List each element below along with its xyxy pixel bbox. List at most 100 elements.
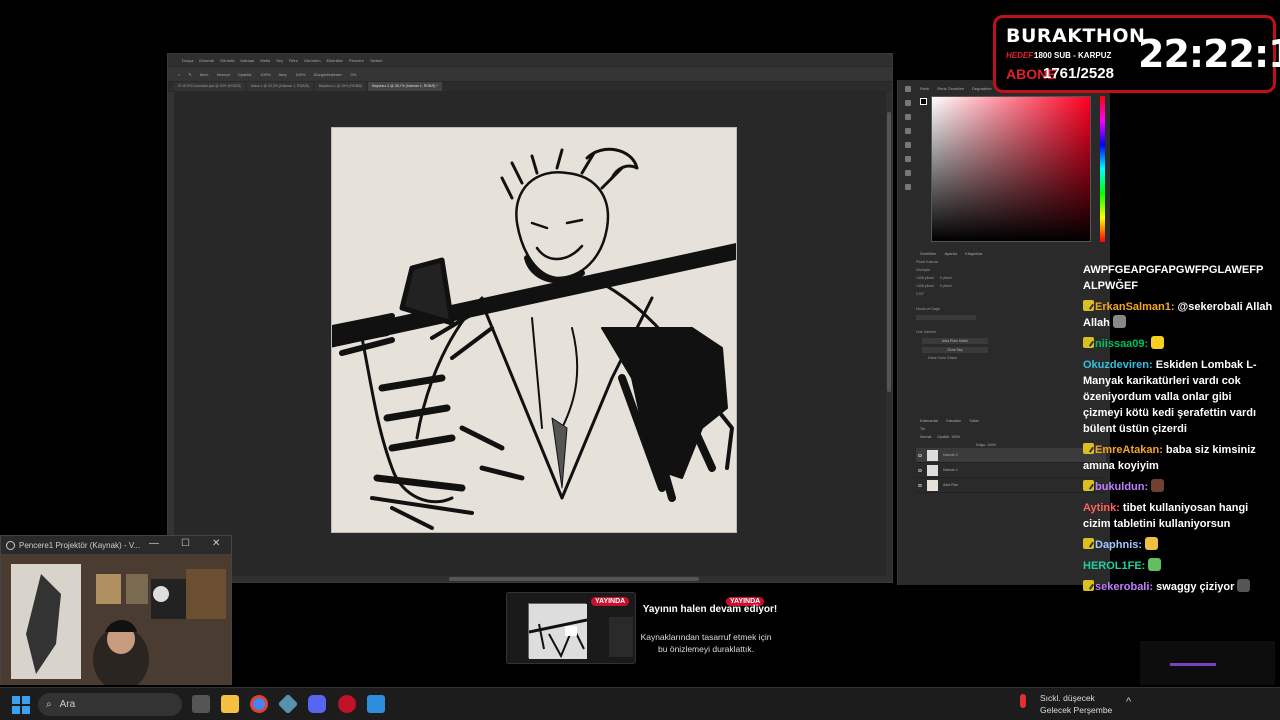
weather-widget[interactable]: Sıckl. düşecek Gelecek Perşembe bbox=[1020, 692, 1112, 716]
eye-icon[interactable] bbox=[918, 468, 922, 472]
windows-start-icon[interactable] bbox=[12, 696, 30, 714]
menu-item[interactable]: Yardım bbox=[370, 58, 383, 63]
menu-item[interactable]: Metin bbox=[260, 58, 270, 63]
chat-username[interactable]: niissaa09: bbox=[1095, 338, 1148, 350]
smoothing-field[interactable]: 0% bbox=[351, 72, 357, 77]
tab-libraries[interactable]: Kitaplıklar bbox=[965, 251, 983, 256]
blend-mode-select[interactable]: Normal bbox=[920, 435, 931, 440]
horizontal-scrollbar[interactable] bbox=[174, 576, 886, 582]
menu-item[interactable]: Görünüm bbox=[304, 58, 321, 63]
tools-panel[interactable] bbox=[168, 92, 174, 582]
layer-kind-filter[interactable]: Tür bbox=[920, 427, 925, 432]
chat-username[interactable]: Aytink: bbox=[1083, 502, 1120, 514]
discord-icon[interactable] bbox=[308, 695, 326, 713]
opacity-field[interactable]: 100% bbox=[260, 72, 270, 77]
menu-item[interactable]: Pencere bbox=[349, 58, 364, 63]
show-more-link[interactable]: Daha Fazla Göster bbox=[928, 356, 1106, 361]
subscriber-count: 1761/2528 bbox=[1043, 65, 1114, 82]
history-icon[interactable] bbox=[905, 86, 911, 92]
width-field[interactable]: 1408 piksel bbox=[916, 276, 934, 281]
mode-select[interactable]: Normal bbox=[217, 72, 230, 77]
navigator-icon[interactable] bbox=[905, 184, 911, 190]
menu-item[interactable]: Seç bbox=[276, 58, 283, 63]
chat-username[interactable]: sekerobali: bbox=[1095, 581, 1153, 593]
app-icon[interactable] bbox=[277, 693, 299, 715]
drawing-canvas[interactable] bbox=[331, 127, 737, 533]
character-icon[interactable] bbox=[905, 114, 911, 120]
layer-row[interactable]: Katman 1 bbox=[916, 463, 1106, 478]
select-subject-button[interactable]: Özne Seç bbox=[922, 347, 988, 353]
angle-field[interactable]: 0,00° bbox=[916, 292, 924, 297]
tab-channels[interactable]: Kanallar bbox=[946, 418, 961, 423]
swatch-icon[interactable] bbox=[905, 170, 911, 176]
menu-item[interactable]: Düzenle bbox=[199, 58, 214, 63]
layers-panel: Katmanlar Kanallar Yollar Tür Normal Opa… bbox=[916, 417, 1106, 582]
paragraph-icon[interactable] bbox=[905, 128, 911, 134]
preview-side-panel bbox=[609, 617, 633, 657]
chat-username[interactable]: ErkanSalman1: bbox=[1095, 301, 1174, 313]
hue-slider[interactable] bbox=[1100, 96, 1105, 242]
eye-icon[interactable] bbox=[918, 483, 922, 487]
chat-username[interactable]: EmreAtakan: bbox=[1095, 444, 1163, 456]
scroll-thumb[interactable] bbox=[887, 112, 891, 392]
chevron-up-icon[interactable]: ^ bbox=[1126, 696, 1131, 708]
flow-field[interactable]: 100% bbox=[295, 72, 305, 77]
search-placeholder: Ara bbox=[59, 699, 76, 710]
actions-icon[interactable] bbox=[905, 142, 911, 148]
remove-background-button[interactable]: Arka Planı Kaldır bbox=[922, 338, 988, 344]
foreground-color-swatch[interactable] bbox=[920, 98, 927, 105]
tab-properties[interactable]: Özellikler bbox=[920, 251, 936, 256]
layer-fill[interactable]: Dolgu: 100% bbox=[976, 443, 996, 448]
menu-item[interactable]: Eklentiler bbox=[327, 58, 343, 63]
layer-opacity[interactable]: Opaklık: 100% bbox=[937, 435, 960, 440]
vertical-scrollbar[interactable] bbox=[886, 92, 892, 582]
menu-item[interactable]: Görüntü bbox=[220, 58, 234, 63]
chat-username[interactable]: bukuldun: bbox=[1095, 481, 1148, 493]
projector-window[interactable]: Pencere1 Projektör (Kaynak) - V... — ☐ ✕ bbox=[0, 535, 232, 685]
scroll-thumb[interactable] bbox=[449, 577, 699, 581]
layer-row[interactable]: Katman 2 bbox=[916, 448, 1106, 463]
menu-item[interactable]: Katman bbox=[240, 58, 254, 63]
taskbar-search[interactable]: ⌕ Ara bbox=[38, 693, 182, 716]
app-blue-icon[interactable] bbox=[367, 695, 385, 713]
doc-tab[interactable]: Başlıksız-1 @ 25% (RGB/8) bbox=[314, 82, 367, 91]
emote-icon bbox=[1145, 537, 1159, 550]
y-field[interactable]: 0 piksel bbox=[940, 284, 952, 289]
app-red-icon[interactable] bbox=[338, 695, 356, 713]
overlay-widget bbox=[1140, 641, 1275, 685]
menu-item[interactable]: Filtre bbox=[289, 58, 298, 63]
doc-tab-active[interactable]: Başlıksız-2 @ 36,7% (Katman 1, RGB/8) * bbox=[368, 82, 442, 91]
height-field[interactable]: 1408 piksel bbox=[916, 284, 934, 289]
home-icon[interactable]: ⌂ bbox=[178, 72, 180, 77]
tab-swatches[interactable]: Renk Örnekleri bbox=[937, 86, 964, 91]
tab-color[interactable]: Renk bbox=[920, 86, 929, 91]
chat-username[interactable]: Okuzdeviren: bbox=[1083, 359, 1153, 371]
mode-label: Mod: bbox=[199, 71, 209, 77]
tab-gradients[interactable]: Degradeler bbox=[972, 86, 992, 91]
chat-message: Aytink: tibet kullaniyosan hangi cizim t… bbox=[1083, 500, 1273, 532]
align-buttons[interactable] bbox=[916, 315, 976, 320]
x-field[interactable]: 0 piksel bbox=[940, 276, 952, 281]
chat-message: niissaa09: bbox=[1083, 336, 1273, 352]
chrome-icon[interactable] bbox=[250, 695, 268, 713]
brush-settings-icon[interactable] bbox=[905, 100, 911, 106]
maximize-button[interactable]: ☐ bbox=[181, 538, 190, 549]
task-view-icon[interactable] bbox=[192, 695, 210, 713]
minimize-button[interactable]: — bbox=[149, 538, 159, 549]
brush-icon[interactable]: ✎ bbox=[188, 72, 191, 77]
tab-paths[interactable]: Yollar bbox=[969, 418, 979, 423]
close-button[interactable]: ✕ bbox=[212, 538, 220, 549]
menu-item[interactable]: Dosya bbox=[182, 58, 193, 63]
layer-row[interactable]: Arka Plan bbox=[916, 478, 1106, 493]
preview-card: YAYINDA bbox=[506, 592, 636, 664]
tab-adjustments[interactable]: Ayarlar bbox=[944, 251, 957, 256]
color-picker-field[interactable] bbox=[931, 96, 1091, 242]
file-explorer-icon[interactable] bbox=[221, 695, 239, 713]
doc-tab[interactable]: IG INTRO kutudanl.psd @ 50% (RGB/8) bbox=[174, 82, 245, 91]
chat-username[interactable]: Daphnis: bbox=[1095, 539, 1142, 551]
doc-tab[interactable]: Adsız-1 @ 33,3% (Katman 1, RGB/8) bbox=[246, 82, 313, 91]
chat-username[interactable]: HEROL1FE: bbox=[1083, 560, 1145, 572]
adjust-icon[interactable] bbox=[905, 156, 911, 162]
tab-layers[interactable]: Katmanlar bbox=[920, 418, 938, 423]
eye-icon[interactable] bbox=[918, 453, 922, 457]
